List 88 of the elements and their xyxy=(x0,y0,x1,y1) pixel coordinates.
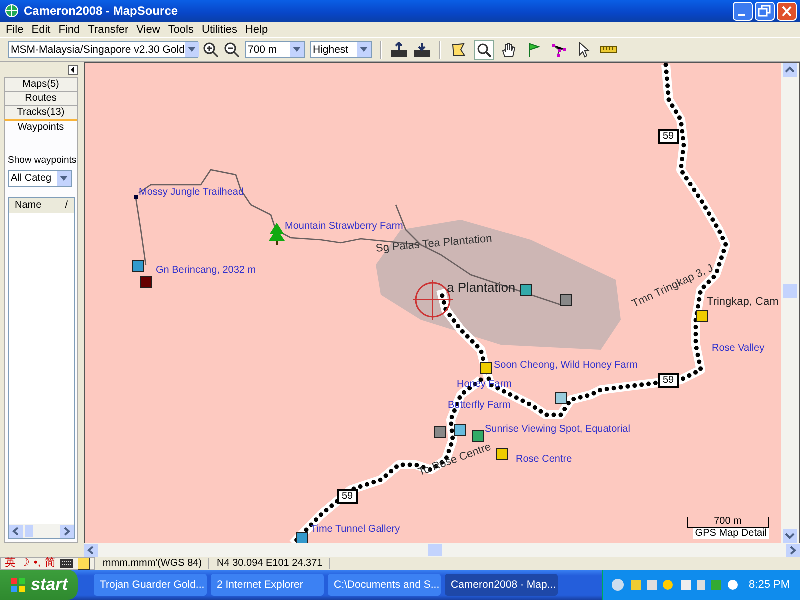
hand-icon xyxy=(501,42,517,58)
language-bar-button[interactable]: 简 xyxy=(44,558,56,569)
horizontal-scrollbar[interactable] xyxy=(84,543,800,557)
map-label: Soon Cheong, Wild Honey Farm xyxy=(494,360,638,371)
close-icon[interactable] xyxy=(777,2,797,20)
zoom-in-icon[interactable] xyxy=(203,42,219,58)
map-label: a Plantation xyxy=(447,280,516,295)
cursor-position: N4 30.094 E101 24.371 xyxy=(217,558,330,569)
keyboard-icon[interactable] xyxy=(60,558,74,568)
scroll-thumb[interactable] xyxy=(25,525,33,537)
tree-icon xyxy=(269,223,285,245)
restore-icon[interactable] xyxy=(755,2,775,20)
map-label: Time Tunnel Gallery xyxy=(311,524,400,535)
collapse-icon[interactable] xyxy=(68,65,78,75)
map-symbol-icon xyxy=(140,276,152,288)
map-outline-icon xyxy=(451,42,467,58)
route-shield: 59 xyxy=(658,129,680,144)
caret-icon xyxy=(290,42,304,57)
map-symbol-icon xyxy=(454,424,466,436)
windows-logo-icon xyxy=(10,577,26,593)
caret-icon xyxy=(184,42,199,57)
map-label: Butterfly Farm xyxy=(448,400,511,411)
tool-button[interactable] xyxy=(474,40,494,60)
language-bar-button[interactable]: 英 xyxy=(5,558,16,569)
menu-item[interactable]: Tools xyxy=(164,24,198,36)
language-bar-button[interactable]: ☽ xyxy=(20,558,30,569)
map-product-dropdown[interactable]: MSM-Malaysia/Singapore v2.30 Gold xyxy=(8,41,198,58)
crosshair-icon xyxy=(412,280,454,320)
map-label: Tringkap, Cam xyxy=(707,296,779,308)
caret-icon xyxy=(57,171,71,186)
menu-item[interactable]: Find xyxy=(54,24,84,36)
magnifier-icon xyxy=(476,42,492,58)
caret-icon xyxy=(357,42,371,57)
panel-tab[interactable]: Maps(5) xyxy=(4,77,78,91)
map-symbol-icon xyxy=(560,294,572,306)
menu-item[interactable]: View xyxy=(132,24,164,36)
map-label: Gn Berincang, 2032 m xyxy=(156,265,256,276)
taskbar-button[interactable]: Trojan Guarder Gold... xyxy=(94,574,207,596)
clock: 8:25 PM xyxy=(749,579,790,591)
map-symbol-icon xyxy=(520,284,532,296)
map-label: Mountain Strawberry Farm xyxy=(285,221,404,232)
panel-tab[interactable]: Tracks(13) xyxy=(4,105,78,119)
menu-item[interactable]: Help xyxy=(241,24,272,36)
menu-item[interactable]: Utilities xyxy=(198,24,242,36)
globe-icon xyxy=(5,4,19,18)
scroll-thumb[interactable] xyxy=(428,544,442,556)
menu-item[interactable]: File xyxy=(2,24,28,36)
map-label: Rose Centre xyxy=(516,454,572,465)
map-label: Sg Palas Tea Plantation xyxy=(375,232,493,255)
language-bar-button[interactable]: •, xyxy=(34,558,41,569)
map-label: To Rose Centre xyxy=(416,441,493,479)
route-nodes-icon xyxy=(551,42,567,58)
window-title: Cameron2008 - MapSource xyxy=(24,4,180,18)
coordinate-format: mmm.mmm'(WGS 84) xyxy=(102,558,210,569)
column-header[interactable]: Name / xyxy=(9,198,74,213)
map-label: Rose Valley xyxy=(712,343,765,354)
sort-mark: / xyxy=(65,200,68,211)
device-upload-icon[interactable] xyxy=(390,42,408,58)
taskbar-button[interactable]: C:\Documents and S... xyxy=(328,574,441,596)
vertical-scrollbar[interactable] xyxy=(781,63,799,543)
map-symbol-icon xyxy=(434,426,446,438)
map-symbol-icon xyxy=(496,448,508,460)
zoom-out-icon[interactable] xyxy=(224,42,240,58)
route-shield: 59 xyxy=(658,373,680,388)
map-symbol-icon xyxy=(556,392,568,404)
map-label: Mossy Jungle Trailhead xyxy=(139,187,244,198)
start-button[interactable]: start xyxy=(0,570,78,600)
scroll-thumb[interactable] xyxy=(783,284,797,298)
category-dropdown[interactable]: All Categ xyxy=(8,170,72,187)
panel-tab[interactable]: Waypoints xyxy=(4,119,78,135)
device-download-icon[interactable] xyxy=(413,42,431,58)
zoom-level-dropdown[interactable]: 700 m xyxy=(245,41,305,58)
map-label: Sunrise Viewing Spot, Equatorial xyxy=(485,424,630,435)
map-detail-label: GPS Map Detail xyxy=(693,528,769,539)
menu-item[interactable]: Transfer xyxy=(84,24,133,36)
map-symbol-icon xyxy=(132,260,144,272)
minimize-icon[interactable] xyxy=(733,2,753,20)
taskbar-button[interactable]: Cameron2008 - Map... xyxy=(445,574,558,596)
horizontal-scrollbar[interactable] xyxy=(9,524,74,538)
taskbar-button[interactable]: 2 Internet Explorer xyxy=(211,574,324,596)
panel-tab[interactable]: Routes xyxy=(4,91,78,105)
map-symbol-icon xyxy=(472,430,484,442)
detail-dropdown[interactable]: Highest xyxy=(310,41,372,58)
map-symbol-icon xyxy=(480,362,492,374)
route-shield: 59 xyxy=(337,489,358,504)
map-symbol-icon xyxy=(696,310,708,322)
menu-item[interactable]: Edit xyxy=(28,24,55,36)
show-waypoints-label: Show waypoints xyxy=(8,155,77,166)
